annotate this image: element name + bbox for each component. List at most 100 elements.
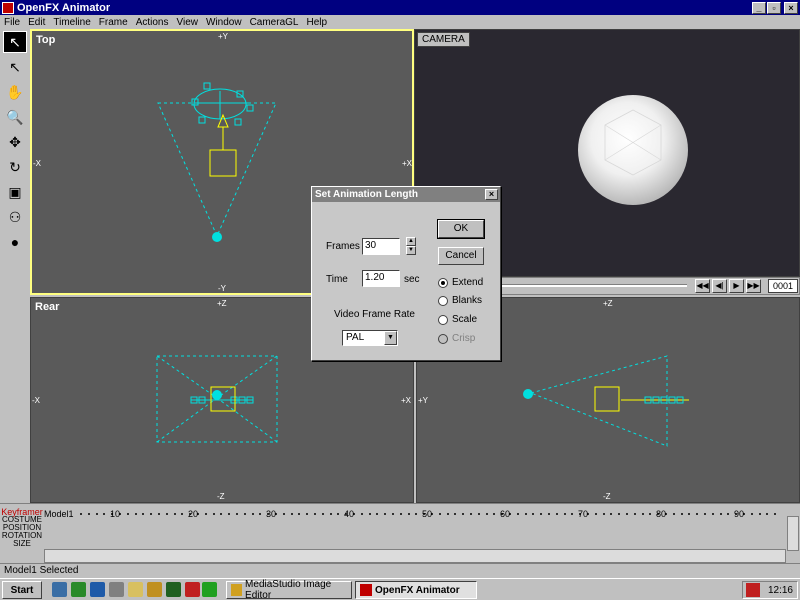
zoom-icon[interactable]: 🔍: [3, 106, 27, 128]
option-scale-radio[interactable]: Scale: [438, 314, 477, 325]
menu-edit[interactable]: Edit: [24, 17, 49, 28]
rendered-sphere: [578, 95, 688, 205]
explorer-icon[interactable]: [71, 582, 86, 597]
menu-bar: File Edit Timeline Frame Actions View Wi…: [0, 15, 800, 29]
start-button[interactable]: Start: [2, 581, 42, 599]
timeline-frame-dot: [103, 513, 106, 515]
timeline-vertical-scrollbar[interactable]: [787, 516, 799, 551]
radio-selected-icon: [438, 277, 448, 288]
step-back-icon[interactable]: ◀|: [712, 279, 727, 293]
tool-palette: ↖ ↖ ✋ 🔍 ✥ ↻ ▣ ⚇ ●: [0, 29, 30, 503]
restore-button[interactable]: ▫: [767, 1, 781, 14]
fast-forward-icon[interactable]: ▶▶: [746, 279, 761, 293]
timeline-frame-dot: [571, 513, 574, 515]
timeline-horizontal-scrollbar[interactable]: [44, 549, 786, 563]
timeline-frame-dot: [672, 513, 675, 515]
media-icon[interactable]: [147, 582, 162, 597]
menu-actions[interactable]: Actions: [132, 17, 173, 28]
select-move-icon[interactable]: ↖: [3, 56, 27, 78]
system-tray: 12:16: [742, 581, 798, 599]
timeline-ruler: Model1 10 20 30 40 50 60 70 80 90: [44, 509, 786, 519]
option-blanks-radio[interactable]: Blanks: [438, 295, 482, 306]
playback-slider[interactable]: [497, 284, 687, 287]
browser-icon[interactable]: [90, 582, 105, 597]
timeline-frame-dot: [150, 513, 153, 515]
timeline-frame-dot: [540, 513, 543, 515]
dialog-close-icon[interactable]: ×: [485, 189, 498, 200]
timeline-frame-dot: [212, 513, 215, 515]
shortcut-icon[interactable]: [202, 582, 217, 597]
close-button[interactable]: ×: [784, 1, 798, 14]
timeline-frame-dot: [95, 513, 98, 515]
task-openfx[interactable]: OpenFX Animator: [355, 581, 477, 599]
chevron-down-icon[interactable]: ▼: [384, 331, 397, 345]
move-object-icon[interactable]: ✥: [3, 131, 27, 153]
option-extend-label: Extend: [452, 277, 484, 288]
timeline-frame-dot: [493, 513, 496, 515]
spin-up-icon[interactable]: ▲: [406, 237, 416, 246]
time-input[interactable]: 1.20: [362, 270, 400, 287]
group-objects-icon[interactable]: ⚇: [3, 206, 27, 228]
dialog-body: Frames 30 ▲ ▼ Time 1.20 sec Video Frame …: [312, 202, 500, 360]
frame-rate-select[interactable]: PAL ▼: [342, 330, 398, 346]
menu-frame[interactable]: Frame: [95, 17, 132, 28]
disk-icon[interactable]: [109, 582, 124, 597]
timeline-frame-dot: [665, 513, 667, 515]
sphere-render-icon[interactable]: ●: [3, 231, 27, 253]
timeline-frame-dot: [134, 513, 137, 515]
select-pointer-icon[interactable]: ↖: [3, 31, 27, 53]
task-mediastudio[interactable]: MediaStudio Image Editor: [226, 579, 352, 600]
spin-down-icon[interactable]: ▼: [406, 246, 416, 255]
cancel-button[interactable]: Cancel: [438, 247, 484, 265]
app-icon[interactable]: [2, 1, 14, 14]
option-scale-label: Scale: [452, 314, 478, 325]
row-size: SIZE: [13, 539, 31, 548]
timeline-frame-dot: [142, 513, 145, 515]
menu-window[interactable]: Window: [202, 17, 246, 28]
timeline-frame-dot: [321, 513, 324, 515]
timeline-frame-dot: [688, 513, 691, 515]
timeline-frame-dot: [555, 513, 558, 515]
timeline-frame-dot: [165, 513, 168, 515]
pan-hand-icon[interactable]: ✋: [3, 81, 27, 103]
timeline-frame-dot: [633, 513, 636, 515]
menu-timeline[interactable]: Timeline: [49, 17, 94, 28]
tray-icon[interactable]: [745, 583, 760, 597]
edit-icon[interactable]: [128, 582, 143, 597]
timeline-frame-dot: [470, 513, 472, 515]
menu-help[interactable]: Help: [302, 17, 331, 28]
timeline-frame-dot: [524, 513, 527, 515]
option-extend-radio[interactable]: Extend: [438, 277, 483, 288]
menu-file[interactable]: File: [0, 17, 24, 28]
play-icon[interactable]: ▶: [729, 279, 744, 293]
frames-spinner[interactable]: ▲ ▼: [406, 237, 416, 256]
timeline-model-name: Model1: [44, 509, 74, 519]
rotate-icon[interactable]: ↻: [3, 156, 27, 178]
frames-input[interactable]: 30: [362, 238, 400, 255]
desktop-icon[interactable]: [52, 582, 67, 597]
timeline-frame-dot: [384, 513, 387, 515]
timeline-frame-dot: [314, 513, 316, 515]
timeline-frame-dot: [594, 513, 597, 515]
time-unit: sec: [404, 274, 420, 285]
scale-box-icon[interactable]: ▣: [3, 181, 27, 203]
timeline-frame-dot: [392, 513, 394, 515]
timeline-frame-dot: [415, 513, 418, 515]
timeline-frame-dot: [548, 513, 550, 515]
timeline-frame-dot: [750, 513, 753, 515]
menu-cameragl[interactable]: CameraGL: [246, 17, 303, 28]
ok-button[interactable]: OK: [437, 219, 485, 239]
timeline-frame-dot: [126, 513, 129, 515]
timeline-frame-dot: [360, 513, 363, 515]
timeline-frame-dot: [80, 513, 82, 515]
menu-view[interactable]: View: [172, 17, 202, 28]
status-bar: Model1 Selected: [0, 563, 800, 578]
tool-icon[interactable]: [166, 582, 181, 597]
timeline-track[interactable]: Model1 10 20 30 40 50 60 70 80 90: [44, 509, 786, 552]
minimize-button[interactable]: _: [752, 1, 766, 14]
rewind-icon[interactable]: ◀◀: [695, 279, 710, 293]
keyframer-timeline: Keyframer COSTUME POSITION ROTATION SIZE…: [0, 503, 800, 563]
taskbar: Start MediaStudio Image Editor OpenFX An…: [0, 578, 800, 600]
app-shortcut-icon[interactable]: [185, 582, 200, 597]
clock: 12:16: [767, 584, 793, 596]
